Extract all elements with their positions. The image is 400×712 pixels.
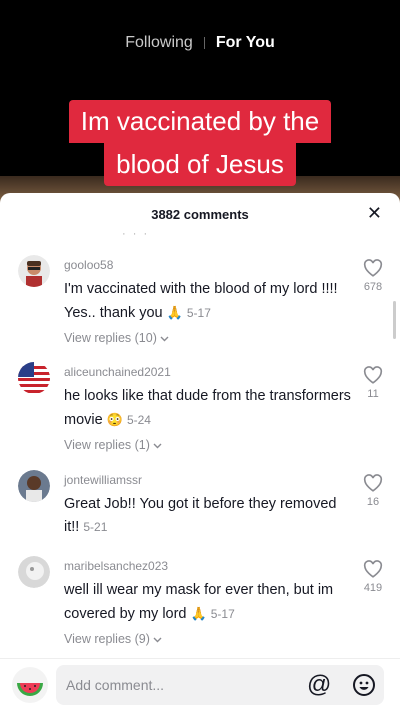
view-replies-button[interactable]: View replies (10) <box>64 331 169 345</box>
comments-sheet: 3882 comments ✕ · · · gooloo58 I'm vacci… <box>0 193 400 711</box>
view-replies-button[interactable]: View replies (9) <box>64 632 162 646</box>
tab-following[interactable]: Following <box>125 34 193 52</box>
close-icon[interactable]: ✕ <box>367 203 382 224</box>
comment-text: he looks like that dude from the transfo… <box>64 385 352 432</box>
view-replies-label: View replies (1) <box>64 438 150 452</box>
my-avatar[interactable] <box>12 667 48 703</box>
like-count: 419 <box>363 582 383 594</box>
chevron-down-icon <box>153 637 162 643</box>
comment-username[interactable]: aliceunchained2021 <box>64 365 171 379</box>
comment-text: I'm vaccinated with the blood of my lord… <box>64 278 352 325</box>
feed-tabs: Following For You <box>0 34 400 52</box>
avatar[interactable] <box>18 255 50 287</box>
comment-username[interactable]: jontewilliamssr <box>64 473 142 487</box>
like-count: 678 <box>363 281 383 293</box>
comment-date: 5-24 <box>126 413 151 427</box>
comment-date: 5-17 <box>186 306 211 320</box>
pray-emoji: 🙏 <box>166 305 183 320</box>
caption-line-2: blood of Jesus <box>104 143 296 186</box>
comment-username[interactable]: maribelsanchez023 <box>64 559 168 573</box>
comments-header: 3882 comments ✕ · · · <box>0 193 400 240</box>
emoji-picker-icon[interactable] <box>352 673 376 702</box>
mention-icon[interactable]: @ <box>307 671 331 699</box>
comment-input-bar: @ <box>0 658 400 712</box>
comment-date: 5-17 <box>210 607 235 621</box>
heart-icon <box>363 474 383 492</box>
view-replies-label: View replies (10) <box>64 331 157 345</box>
comment-date: 5-21 <box>83 520 108 534</box>
avatar[interactable] <box>18 556 50 588</box>
chevron-down-icon <box>160 336 169 342</box>
pray-emoji: 🙏 <box>190 606 207 621</box>
video-caption: Im vaccinated by the blood of Jesus <box>0 100 400 186</box>
comment-input[interactable] <box>56 665 384 705</box>
avatar[interactable] <box>18 470 50 502</box>
chevron-down-icon <box>153 443 162 449</box>
comment-username[interactable]: gooloo58 <box>64 258 113 272</box>
truncated-previous-comment: · · · <box>122 228 150 240</box>
view-replies-label: View replies (9) <box>64 632 150 646</box>
heart-icon <box>363 259 383 277</box>
like-count: 16 <box>366 496 380 508</box>
comment-count-title: 3882 comments <box>151 207 249 222</box>
comment-text: Great Job!! You got it before they remov… <box>64 493 352 539</box>
comment-text: well ill wear my mask for ever then, but… <box>64 579 352 626</box>
like-count: 11 <box>367 388 379 400</box>
like-button[interactable]: 419 <box>360 560 386 594</box>
heart-icon <box>363 366 383 384</box>
heart-icon <box>363 560 383 578</box>
like-button[interactable]: 678 <box>360 259 386 293</box>
like-button[interactable]: 16 <box>360 474 386 508</box>
flushed-emoji: 😳 <box>106 412 123 427</box>
view-replies-button[interactable]: View replies (1) <box>64 438 162 452</box>
tab-for-you[interactable]: For You <box>216 34 275 52</box>
like-button[interactable]: 11 <box>360 366 386 400</box>
scrollbar[interactable] <box>393 301 396 339</box>
caption-line-1: Im vaccinated by the <box>68 100 332 143</box>
avatar[interactable] <box>18 362 50 394</box>
tab-divider <box>203 36 205 49</box>
